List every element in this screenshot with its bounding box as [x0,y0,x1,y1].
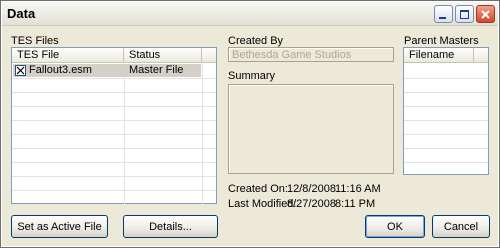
column-header-status[interactable]: Status [124,48,202,63]
details-button[interactable]: Details... [123,215,218,238]
row-file-name: Fallout3.esm [29,64,92,76]
set-active-file-button[interactable]: Set as Active File [11,215,108,238]
row-status: Master File [129,64,184,76]
created-on-date: 12/8/2008 [287,183,336,195]
minimize-button[interactable] [434,5,453,23]
parent-masters-label: Parent Masters [404,35,479,47]
parent-masters-header: Filename [404,48,488,63]
checkbox-checked-icon[interactable] [15,65,26,76]
summary-label: Summary [228,70,276,82]
maximize-button[interactable] [455,5,474,23]
close-button[interactable] [476,5,495,23]
created-by-field: Bethesda Game Studios [228,47,394,62]
ok-button[interactable]: OK [365,215,425,238]
cancel-button[interactable]: Cancel [432,215,490,238]
last-modified-time: 8:11 PM [335,198,376,210]
created-on-label: Created On: [228,183,288,195]
created-on-time: 11:16 AM [335,183,381,195]
minimize-icon [439,16,446,19]
column-header-tes-file[interactable]: TES File [12,48,124,63]
summary-field [228,84,394,174]
created-by-label: Created By [228,35,284,47]
title-bar[interactable]: Data [2,2,498,26]
parent-masters-list[interactable]: Filename [403,47,489,175]
tes-files-label: TES Files [11,35,59,47]
maximize-icon [460,9,469,19]
tes-files-list[interactable]: TES File Status Fallout3.esm Master File [11,47,217,204]
created-by-value: Bethesda Game Studios [232,49,352,61]
window-title: Data [7,6,36,21]
tes-files-header: TES File Status [12,48,216,63]
last-modified-date: 8/27/2008 [287,198,336,210]
data-dialog: Data TES Files TES File Status Fallout3.… [0,0,500,248]
column-header-filename[interactable]: Filename [404,48,474,63]
close-icon [481,9,490,19]
